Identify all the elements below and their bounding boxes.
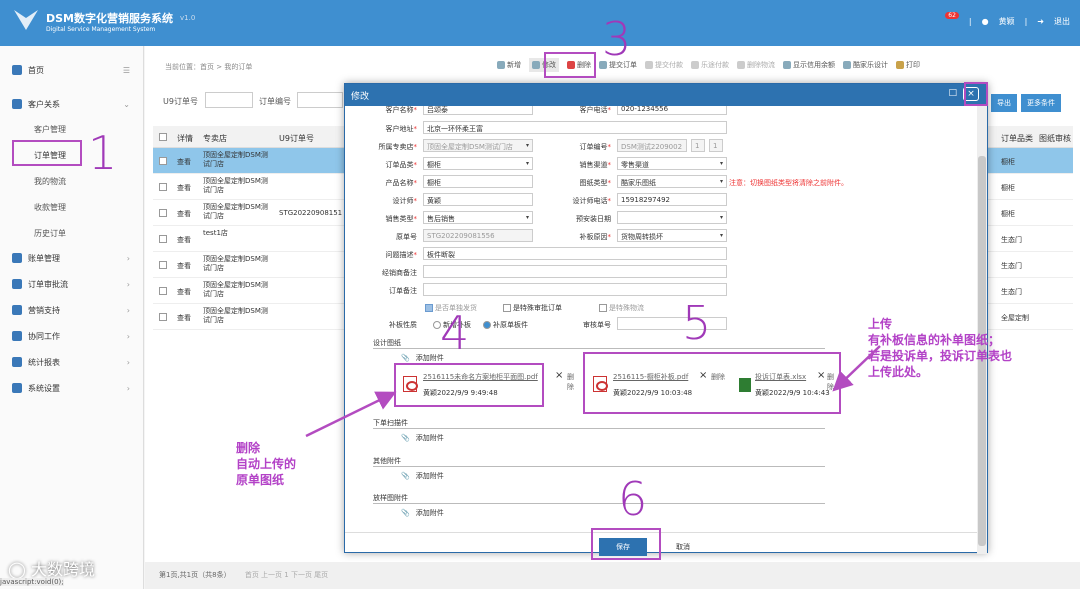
annotation-arrows [305,345,881,438]
watermark-text: 大数跨境 [31,560,96,579]
arrow-upload [832,345,881,392]
status-url: javascript:void(0); [0,578,64,586]
arrow-delete [305,391,397,438]
watermark: ◯ 大数跨境 [8,556,95,580]
watermark-logo-icon: ◯ [8,560,26,579]
